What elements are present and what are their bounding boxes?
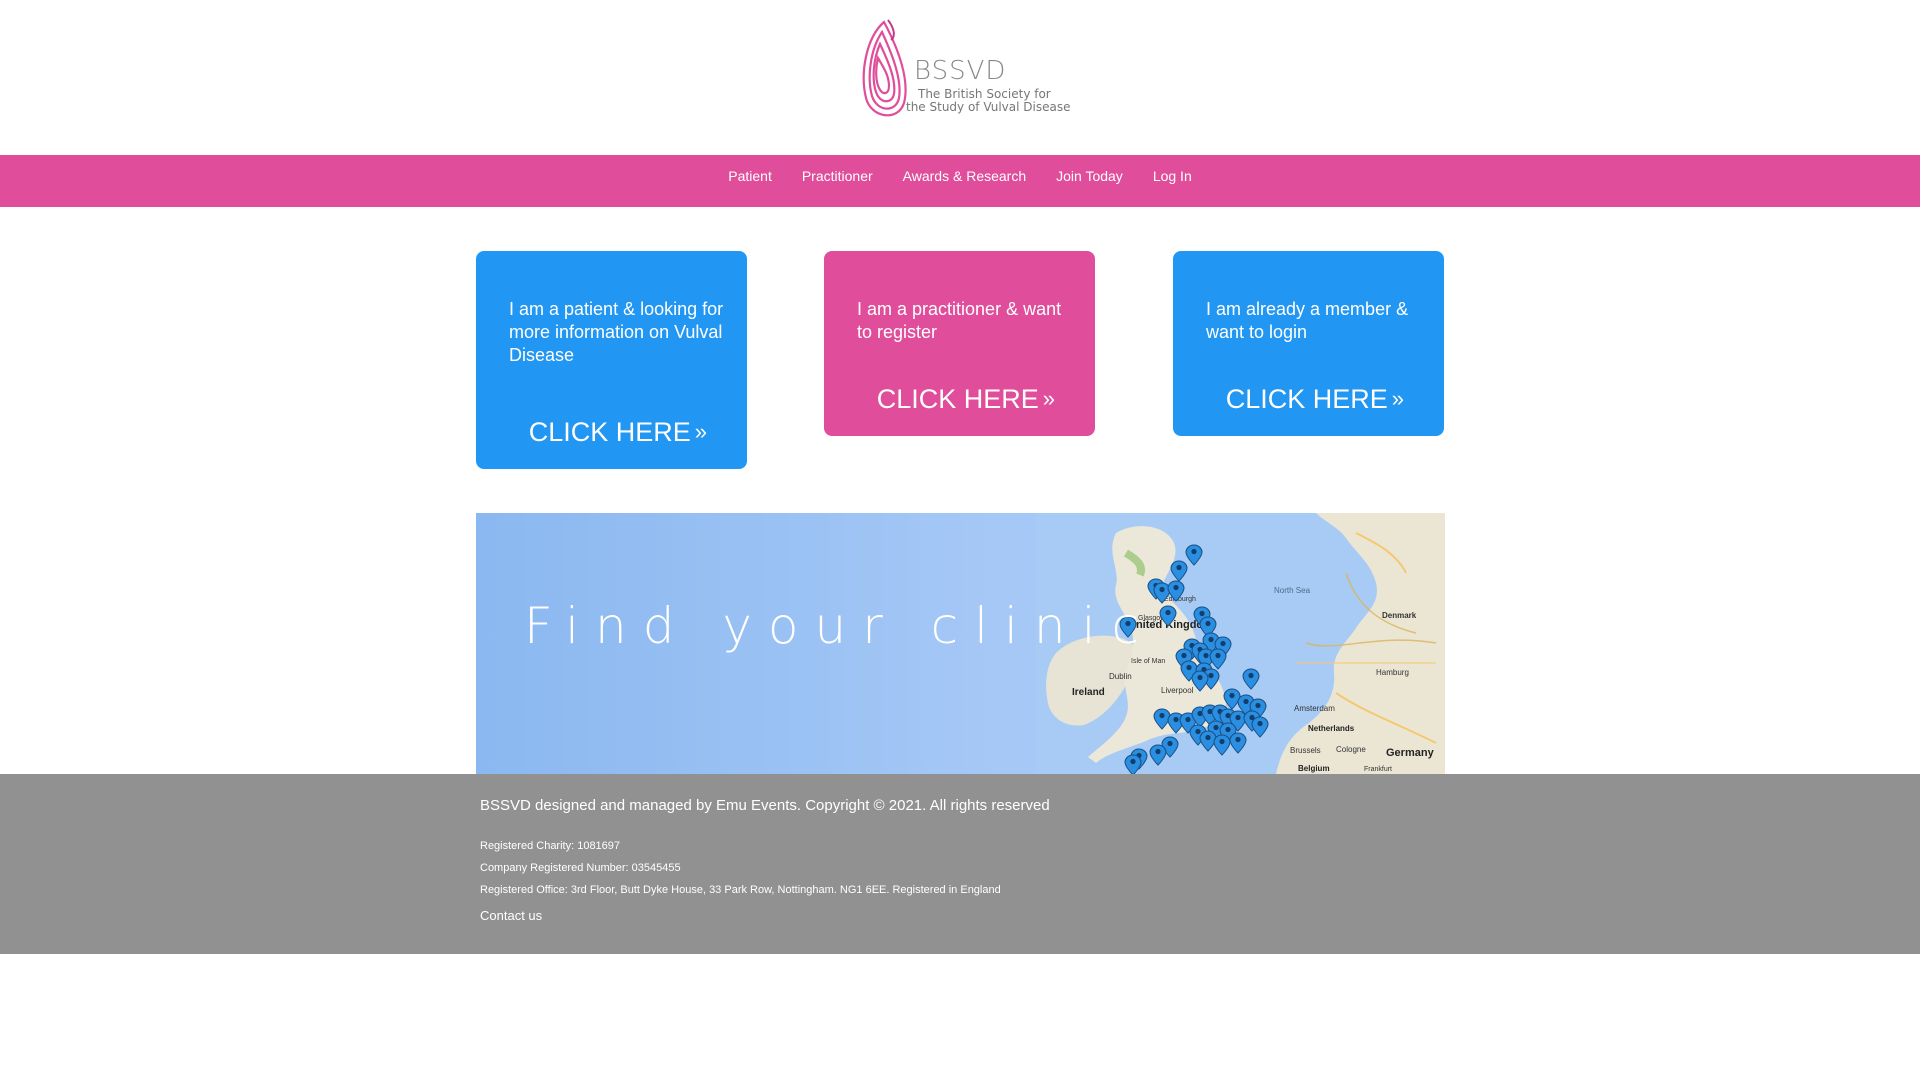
footer-registered-office: Registered Office: 3rd Floor, Butt Dyke … xyxy=(480,884,1001,896)
nav-item-log-in[interactable]: Log In xyxy=(1138,150,1207,202)
map-label-cologne: Cologne xyxy=(1336,745,1366,754)
map-label-hamburg: Hamburg xyxy=(1376,668,1409,677)
map-label-denmark: Denmark xyxy=(1382,611,1417,620)
map-label-ireland: Ireland xyxy=(1072,687,1105,698)
map-label-liverpool: Liverpool xyxy=(1161,686,1194,695)
map-label-dublin: Dublin xyxy=(1109,672,1132,681)
logo-name: BSSVD xyxy=(914,56,1007,86)
find-clinic-banner[interactable]: North Sea United Kingdom Ireland Dublin … xyxy=(476,513,1445,774)
double-chevron-right-icon: » xyxy=(1391,386,1404,411)
nav-item-awards-research[interactable]: Awards & Research xyxy=(888,150,1041,202)
map-label-belgium: Belgium xyxy=(1298,764,1330,773)
member-click-here-button[interactable]: CLICK HERE» xyxy=(1226,384,1404,415)
nav-item-join-today[interactable]: Join Today xyxy=(1041,150,1138,202)
nav-item-practitioner[interactable]: Practitioner xyxy=(787,150,888,202)
find-your-clinic-title: Find your clinic xyxy=(524,597,1155,655)
practitioner-card[interactable]: I am a practitioner & want to register C… xyxy=(824,251,1095,436)
audience-cards: I am a patient & looking for more inform… xyxy=(476,251,1445,471)
footer-charity-number: Registered Charity: 1081697 xyxy=(480,840,621,852)
map-label-brussels: Brussels xyxy=(1290,746,1321,755)
member-cta-label: CLICK HERE xyxy=(1225,384,1388,414)
nav-item-patient[interactable]: Patient xyxy=(713,150,787,202)
practitioner-card-text: I am a practitioner & want to register xyxy=(857,299,1062,342)
patient-card[interactable]: I am a patient & looking for more inform… xyxy=(476,251,747,469)
member-card[interactable]: I am already a member & want to login CL… xyxy=(1173,251,1444,436)
bssvd-logo[interactable]: BSSVD The British Society for the Study … xyxy=(858,18,1070,123)
map-label-germany: Germany xyxy=(1386,747,1435,759)
map-label-north-sea: North Sea xyxy=(1274,586,1311,595)
map-label-isle-of-man: Isle of Man xyxy=(1131,658,1165,665)
patient-cta-label: CLICK HERE xyxy=(528,417,691,447)
map-label-amsterdam: Amsterdam xyxy=(1294,704,1335,713)
site-footer: BSSVD designed and managed by Emu Events… xyxy=(0,774,1920,954)
patient-card-text: I am a patient & looking for more inform… xyxy=(509,299,724,365)
map-label-frankfurt: Frankfurt xyxy=(1364,766,1392,773)
site-header: BSSVD The British Society for the Study … xyxy=(0,0,1920,155)
practitioner-cta-label: CLICK HERE xyxy=(876,384,1039,414)
map-label-netherlands: Netherlands xyxy=(1308,724,1355,733)
logo-subtitle: The British Society for the Study of Vul… xyxy=(906,88,1076,114)
logo-swirl-icon xyxy=(862,19,907,117)
footer-copyright: BSSVD designed and managed by Emu Events… xyxy=(480,797,1050,814)
footer-company-number: Company Registered Number: 03545455 xyxy=(480,862,681,874)
double-chevron-right-icon: » xyxy=(1042,386,1055,411)
patient-click-here-button[interactable]: CLICK HERE» xyxy=(529,417,707,448)
contact-us-link[interactable]: Contact us xyxy=(480,908,542,923)
member-card-text: I am already a member & want to login xyxy=(1206,299,1409,342)
main-nav: Patient Practitioner Awards & Research J… xyxy=(0,155,1920,207)
practitioner-click-here-button[interactable]: CLICK HERE» xyxy=(877,384,1055,415)
double-chevron-right-icon: » xyxy=(694,419,707,444)
logo-subtitle-line2: the Study of Vulval Disease xyxy=(906,100,1071,114)
